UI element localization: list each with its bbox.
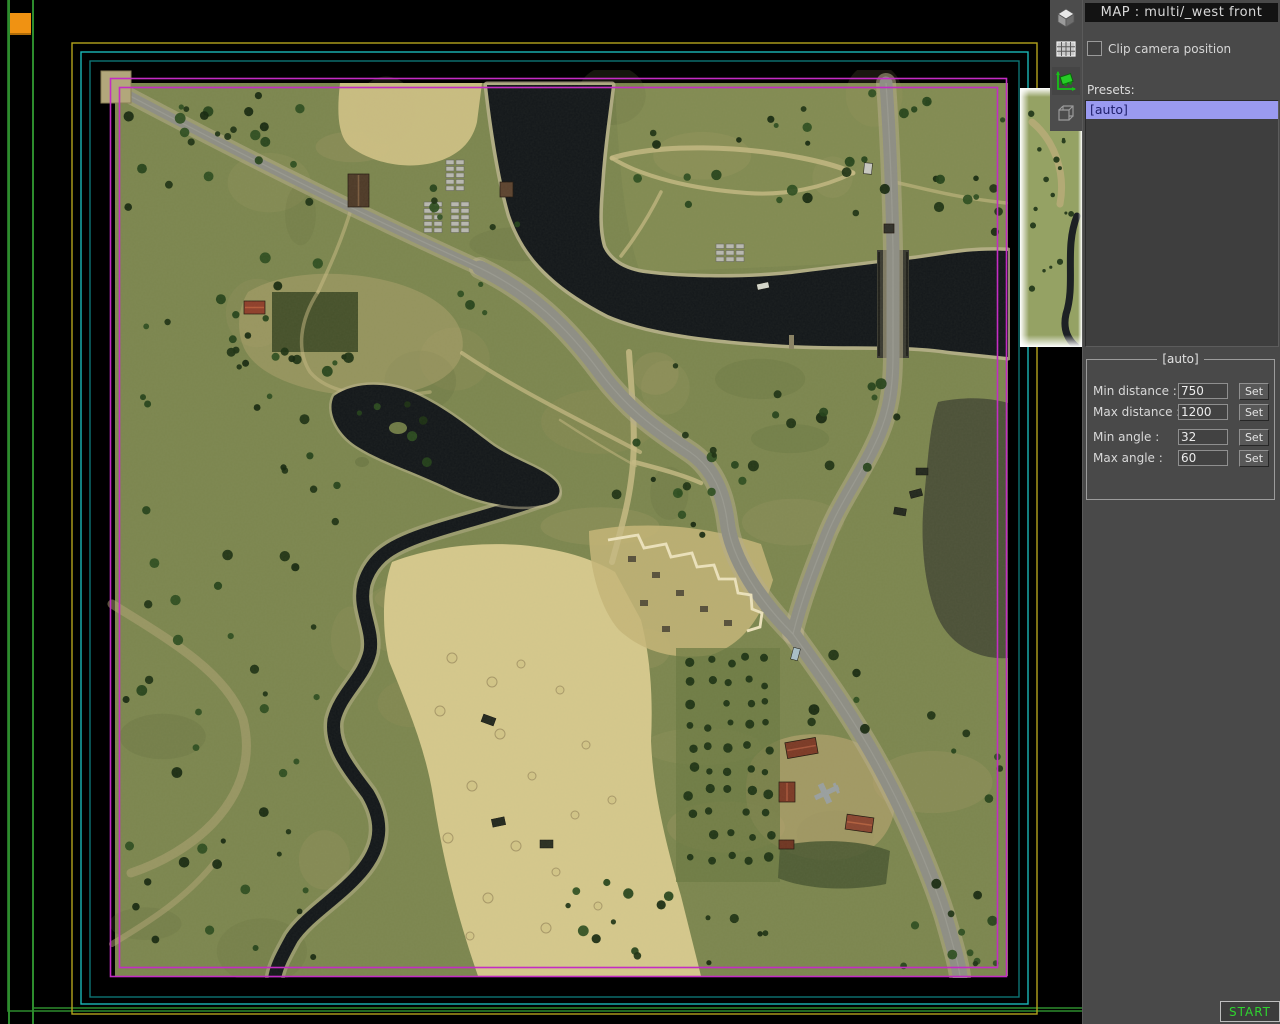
auto-settings-group: [auto] Min distance : Set Max distance : Se…: [1086, 352, 1275, 500]
map-viewport[interactable]: [100, 70, 1010, 978]
settings-panel: MAP : multi/_west front Clip camera posi…: [1082, 0, 1280, 1024]
box-3d-icon: [1057, 8, 1075, 28]
presets-label: Presets:: [1087, 83, 1135, 97]
grid-button[interactable]: [1052, 35, 1080, 63]
set-max-distance-button[interactable]: Set: [1239, 403, 1269, 421]
set-min-angle-button[interactable]: Set: [1239, 428, 1269, 446]
set-min-distance-button[interactable]: Set: [1239, 382, 1269, 400]
preset-item[interactable]: [auto]: [1086, 101, 1278, 119]
terrain-layer: [107, 70, 1010, 978]
clip-camera-checkbox[interactable]: [1087, 41, 1102, 56]
max-distance-row: Max distance : Set: [1093, 403, 1269, 421]
max-angle-input[interactable]: [1178, 450, 1228, 466]
min-angle-row: Min angle : Set: [1093, 428, 1269, 446]
toolbar: [1050, 0, 1082, 131]
clip-camera-label: Clip camera position: [1108, 41, 1232, 56]
max-angle-label: Max angle :: [1093, 451, 1163, 465]
min-distance-input[interactable]: [1178, 383, 1228, 399]
start-button[interactable]: START: [1220, 1001, 1280, 1022]
presets-list[interactable]: [auto]: [1085, 100, 1279, 347]
max-angle-row: Max angle : Set: [1093, 449, 1269, 467]
grid-icon: [1056, 41, 1076, 57]
view-3d-button[interactable]: [1052, 3, 1080, 31]
max-distance-input[interactable]: [1178, 404, 1228, 420]
max-distance-label: Max distance :: [1093, 405, 1181, 419]
min-distance-row: Min distance : Set: [1093, 382, 1269, 400]
min-distance-label: Min distance :: [1093, 384, 1177, 398]
set-max-angle-button[interactable]: Set: [1239, 449, 1269, 467]
camera-tool-button[interactable]: [1052, 67, 1080, 95]
wireframe-cube-icon: [1058, 105, 1074, 121]
group-legend: [auto]: [1162, 352, 1199, 366]
clip-camera-row: Clip camera position: [1087, 41, 1231, 56]
camera-gizmo-icon: [1056, 71, 1076, 91]
wireframe-view-button[interactable]: [1052, 99, 1080, 127]
min-angle-input[interactable]: [1178, 429, 1228, 445]
min-angle-label: Min angle :: [1093, 430, 1160, 444]
panel-title: MAP : multi/_west front: [1085, 3, 1278, 22]
